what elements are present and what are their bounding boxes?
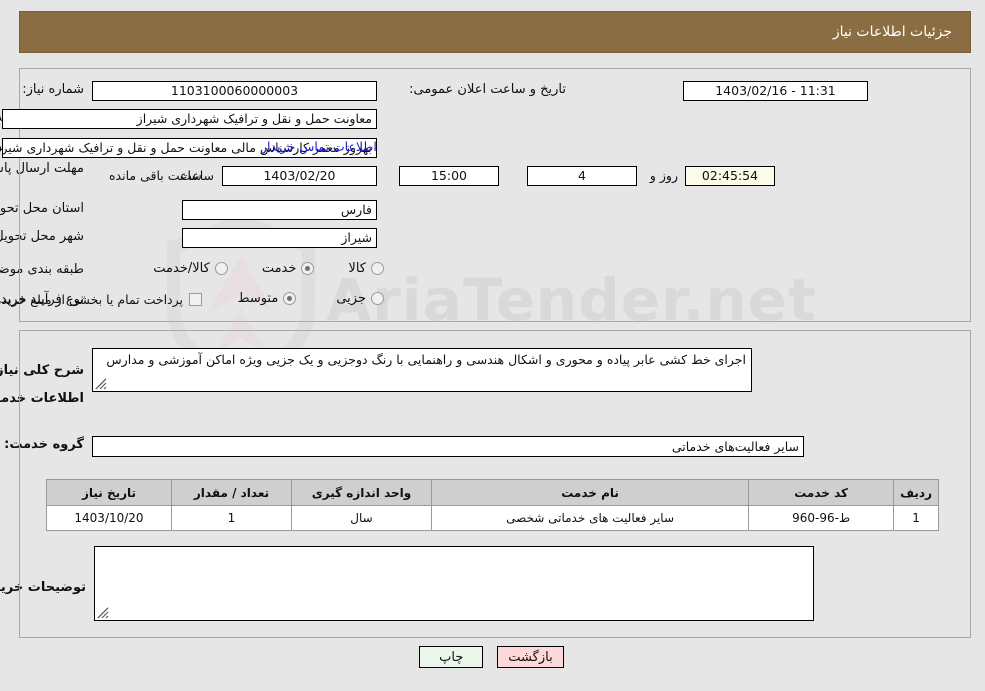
treasury-note-row: پرداخت تمام یا بخشی از مبلغ خرید،از محل … [0,292,203,307]
radio-indicator[interactable] [372,262,385,275]
col-code: کد خدمت [749,479,896,506]
cell-code: ط-96-960 [749,505,896,531]
category-option-label: خدمت [262,261,298,276]
announce-label: تاریخ و ساعت اعلان عمومی: [410,82,567,97]
buyer-contact-link[interactable]: اطلاعات تماس خریدار [262,139,378,154]
countdown-label: ساعت باقی مانده [110,168,203,183]
radio-indicator[interactable] [302,262,316,275]
col-quantity: تعداد / مقدار [172,479,293,506]
table-row: 1 ط-96-960 سایر فعالیت های خدماتی شخصی س… [47,505,940,531]
cell-date: 1403/10/20 [47,505,173,531]
deadline-time-field: 15:00 [400,166,500,186]
category-option-label: کالا [349,261,367,276]
col-index: ردیف [894,479,940,506]
city-field: شیراز [183,228,378,248]
need-number-field: 1103100060000003 [93,81,378,101]
category-radio-kala[interactable]: کالا [349,261,385,276]
buyer-org-field: معاونت حمل و نقل و ترافیک شهرداری شیراز [3,109,378,129]
radio-indicator[interactable] [215,262,229,275]
category-radio-group: کالا خدمت کالا/خدمت [154,261,385,276]
services-table: ردیف کد خدمت نام خدمت واحد اندازه گیری ت… [47,479,940,531]
treasury-checkbox[interactable] [190,293,203,306]
resize-grip-icon[interactable] [96,378,108,390]
col-date: تاریخ نیاز [47,479,173,506]
announce-label-row: تاریخ و ساعت اعلان عمومی: [410,82,567,97]
days-label: روز و [650,168,679,183]
category-radio-kala-khedmat[interactable]: کالا/خدمت [154,261,229,276]
description-textarea[interactable]: اجرای خط کشی عابر پیاده و محوری و اشکال … [93,348,753,392]
deadline-date-field: 1403/02/20 [223,166,378,186]
category-radio-khedmat[interactable]: خدمت [263,261,316,276]
remaining-days-field: 4 [528,166,638,186]
back-button[interactable]: بازگشت [498,646,565,668]
process-radio-group: جزیی متوسط [238,291,385,306]
radio-indicator[interactable] [284,292,298,305]
process-option-label: متوسط [238,291,280,306]
print-button[interactable]: چاپ [420,646,485,668]
announce-datetime-field: 1403/02/16 - 11:31 [684,81,869,101]
category-option-label: کالا/خدمت [154,261,211,276]
process-radio-motevaset[interactable]: متوسط [238,291,298,306]
col-unit: واحد اندازه گیری [292,479,433,506]
table-header-row: ردیف کد خدمت نام خدمت واحد اندازه گیری ت… [47,479,940,506]
cell-quantity: 1 [172,505,293,531]
description-text: اجرای خط کشی عابر پیاده و محوری و اشکال … [107,352,747,367]
need-info-panel [20,68,972,322]
col-name: نام خدمت [431,479,751,506]
process-option-label: جزیی [337,291,367,306]
window-title-bar: جزئیات اطلاعات نیاز [20,11,972,53]
page-root: AriaTender.net جزئیات اطلاعات نیاز شماره… [0,0,985,691]
buyer-notes-textarea[interactable] [95,546,815,621]
province-field: فارس [183,200,378,220]
treasury-note-text: پرداخت تمام یا بخشی از مبلغ خرید،از محل … [0,292,184,307]
service-group-field: سایر فعالیت‌های خدماتی [93,436,805,457]
countdown-field: 02:45:54 [686,166,776,186]
cell-index: 1 [894,505,940,531]
resize-grip-icon[interactable] [98,607,110,619]
process-radio-jozee[interactable]: جزیی [337,291,385,306]
action-button-bar: بازگشت چاپ [0,646,985,668]
cell-unit: سال [292,505,433,531]
page-title: جزئیات اطلاعات نیاز [833,24,953,40]
cell-name: سایر فعالیت های خدماتی شخصی [431,505,751,531]
radio-indicator[interactable] [372,292,385,305]
